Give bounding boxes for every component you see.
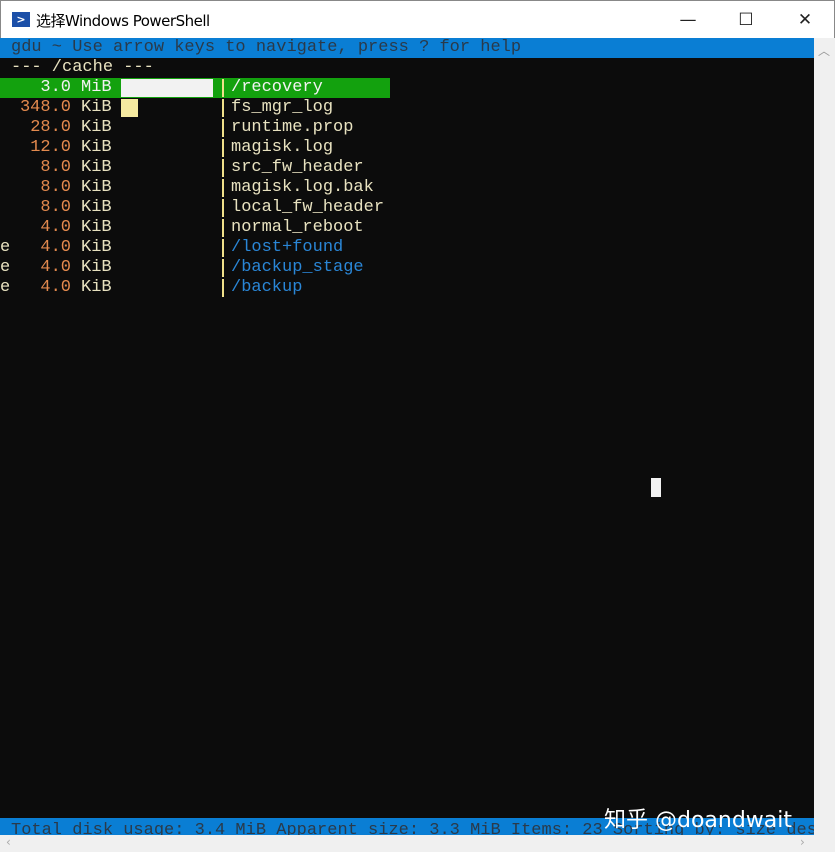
item-size: 8.0 <box>40 178 71 197</box>
item-size: 12.0 <box>30 138 71 157</box>
list-item[interactable]: e 4.0 KiB/backup <box>0 278 814 298</box>
separator <box>222 99 224 117</box>
item-unit: KiB <box>81 218 112 237</box>
scroll-right-icon[interactable]: › <box>800 835 805 849</box>
separator <box>222 179 224 197</box>
list-item[interactable]: e 4.0 KiB/backup_stage <box>0 258 814 278</box>
item-unit: KiB <box>81 258 112 277</box>
powershell-icon: > <box>12 12 30 27</box>
separator <box>222 279 224 297</box>
separator <box>222 79 224 97</box>
watermark: 知乎 @doandwait <box>604 808 793 833</box>
horizontal-scrollbar[interactable]: ‹ › <box>0 835 835 852</box>
item-unit: KiB <box>81 198 112 217</box>
item-unit: KiB <box>81 238 112 257</box>
item-size: 4.0 <box>40 278 71 297</box>
scroll-up-icon[interactable]: ︿ <box>818 42 830 59</box>
list-item[interactable]: 8.0 KiB src_fw_header <box>0 158 814 178</box>
separator <box>222 259 224 277</box>
separator <box>222 199 224 217</box>
list-item[interactable]: 12.0 KiB magisk.log <box>0 138 814 158</box>
usage-bar <box>121 99 138 117</box>
list-item[interactable]: 8.0 KiB local_fw_header <box>0 198 814 218</box>
list-item[interactable]: 8.0 KiB magisk.log.bak <box>0 178 814 198</box>
item-unit: MiB <box>81 78 112 97</box>
item-name: normal_reboot <box>231 218 364 237</box>
item-name: /backup <box>231 278 303 297</box>
item-name: /lost+found <box>231 238 344 257</box>
item-unit: KiB <box>81 278 112 297</box>
minimize-button[interactable]: — <box>659 1 717 39</box>
item-name: src_fw_header <box>231 158 364 177</box>
gdu-header: gdu ~ Use arrow keys to navigate, press … <box>0 38 814 58</box>
close-button[interactable]: ✕ <box>776 1 834 39</box>
item-name: /backup_stage <box>231 258 364 277</box>
item-unit: KiB <box>81 98 112 117</box>
list-item[interactable]: 348.0 KiB fs_mgr_log <box>0 98 814 118</box>
usage-bar <box>121 79 213 97</box>
item-unit: KiB <box>81 118 112 137</box>
current-path: --- /cache --- <box>11 58 154 77</box>
item-name: fs_mgr_log <box>231 98 334 117</box>
item-name: magisk.log.bak <box>231 178 374 197</box>
separator <box>222 119 224 137</box>
scroll-left-icon[interactable]: ‹ <box>6 835 11 849</box>
item-name: local_fw_header <box>231 198 385 217</box>
maximize-button[interactable]: ☐ <box>717 1 775 39</box>
item-name: runtime.prop <box>231 118 354 137</box>
item-unit: KiB <box>81 178 112 197</box>
item-name: /recovery <box>231 78 323 97</box>
item-name: magisk.log <box>231 138 334 157</box>
separator <box>222 139 224 157</box>
text-cursor <box>651 478 661 497</box>
list-item[interactable]: 28.0 KiB runtime.prop <box>0 118 814 138</box>
item-unit: KiB <box>81 138 112 157</box>
separator <box>222 219 224 237</box>
item-size: 3.0 <box>40 78 71 97</box>
separator <box>222 239 224 257</box>
item-size: 28.0 <box>30 118 71 137</box>
list-item[interactable]: 3.0 MiB/recovery <box>0 78 814 98</box>
item-size: 8.0 <box>40 198 71 217</box>
list-item[interactable]: e 4.0 KiB/lost+found <box>0 238 814 258</box>
separator <box>222 159 224 177</box>
list-item[interactable]: 4.0 KiB normal_reboot <box>0 218 814 238</box>
item-size: 4.0 <box>40 258 71 277</box>
item-size: 348.0 <box>19 98 71 117</box>
item-prefix: e <box>0 258 11 277</box>
item-size: 8.0 <box>40 158 71 177</box>
item-size: 4.0 <box>40 218 71 237</box>
item-unit: KiB <box>81 158 112 177</box>
vertical-scrollbar[interactable]: ︿ <box>814 38 835 835</box>
title-bar: > 选择Windows PowerShell — ☐ ✕ <box>0 0 835 38</box>
item-prefix: e <box>0 238 11 257</box>
item-size: 4.0 <box>40 238 71 257</box>
item-prefix: e <box>0 278 11 297</box>
window-title: 选择Windows PowerShell <box>36 12 210 30</box>
terminal[interactable]: gdu ~ Use arrow keys to navigate, press … <box>0 38 814 835</box>
